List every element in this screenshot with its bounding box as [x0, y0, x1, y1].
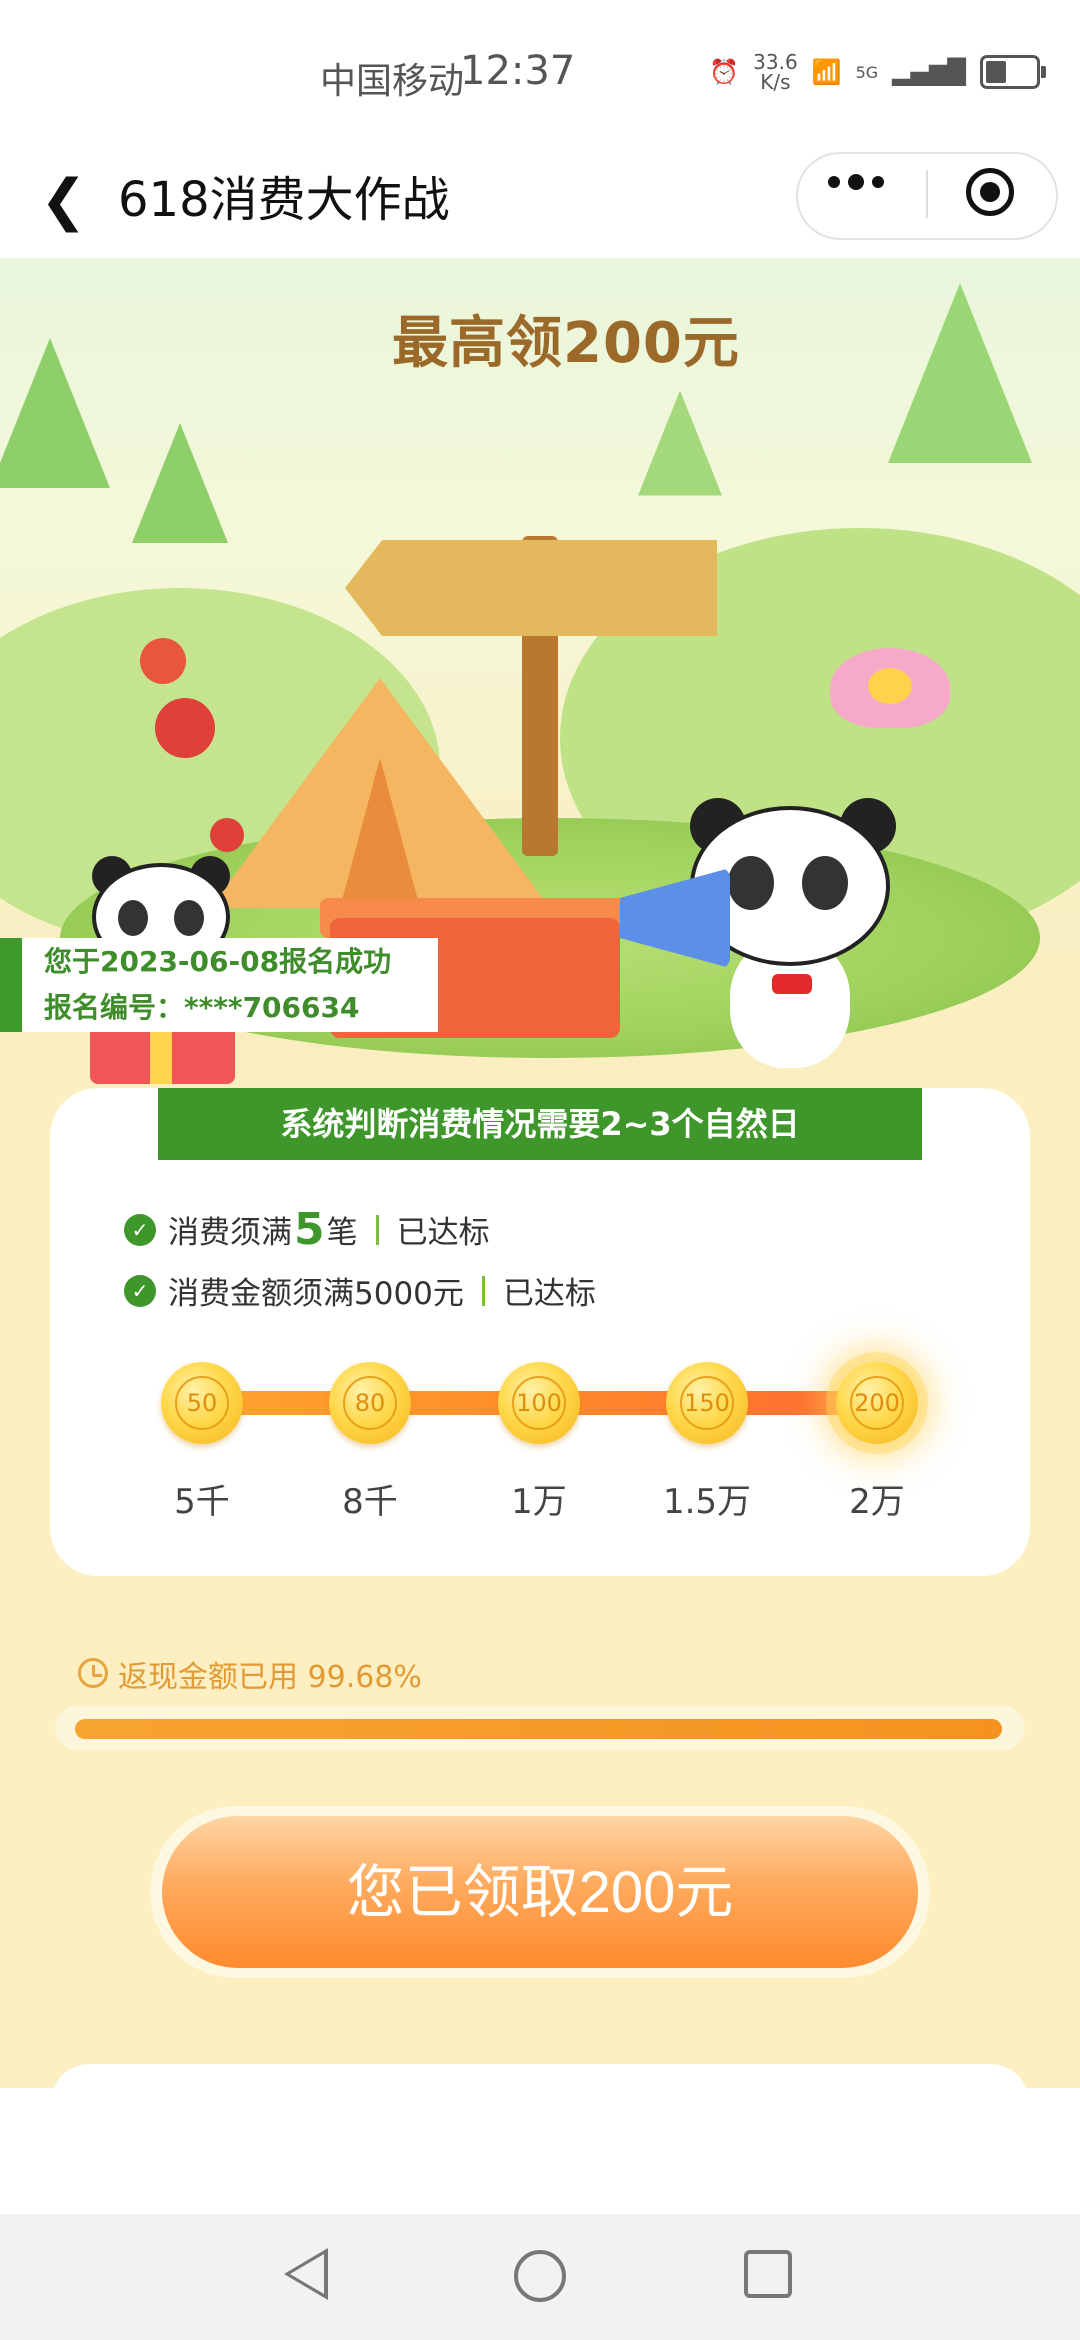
- tier-threshold: 5千: [174, 1482, 230, 1522]
- condition-suffix: 笔: [326, 1215, 358, 1251]
- tier-reward: 100: [512, 1376, 566, 1430]
- banner-sign-text: 最高领200元: [392, 311, 740, 376]
- condition-highlight: 5: [294, 1204, 325, 1255]
- tier-threshold: 2万: [849, 1482, 905, 1522]
- more-menu-icon[interactable]: [828, 174, 884, 190]
- capsule-divider: [926, 170, 928, 218]
- tier-threshold: 1.5万: [662, 1482, 752, 1522]
- system-home-icon[interactable]: [514, 2250, 566, 2302]
- next-card: [50, 2064, 1030, 2144]
- page-title: 618消费大作战: [118, 172, 450, 228]
- back-icon[interactable]: ❮: [40, 168, 87, 233]
- wifi-icon: 📶: [811, 58, 842, 86]
- check-icon: ✓: [124, 1213, 156, 1246]
- close-miniprogram-icon[interactable]: [966, 168, 1014, 216]
- tier-reward: 80: [343, 1376, 397, 1430]
- tier-coin-achieved: 200: [836, 1362, 918, 1444]
- claimed-button[interactable]: 您已领取200元: [162, 1816, 918, 1968]
- battery-icon: [980, 55, 1046, 89]
- registration-number: 报名编号：****706634: [44, 991, 360, 1024]
- condition-prefix: 消费须满: [168, 1215, 292, 1251]
- net-speed: 33.6 K/s: [753, 52, 798, 92]
- tier-coin: 100: [498, 1362, 580, 1444]
- tier-reward: 50: [175, 1376, 229, 1430]
- registration-date: 您于2023-06-08报名成功: [44, 945, 392, 978]
- condition-separator: [481, 1275, 485, 1306]
- condition-row: ✓ 消费金额须满5000元 已达标: [124, 1268, 596, 1313]
- system-back-icon-inner: [290, 2254, 324, 2294]
- alarm-icon: ⏰: [709, 58, 740, 86]
- net-speed-unit: K/s: [760, 70, 791, 94]
- condition-status: 已达标: [502, 1276, 596, 1312]
- condition-prefix: 消费金额须满5000元: [168, 1276, 464, 1312]
- tier-reward: 150: [680, 1376, 734, 1430]
- network-type: 5G: [855, 62, 879, 82]
- status-time: 12:37: [460, 48, 576, 94]
- system-recents-icon[interactable]: [744, 2250, 792, 2298]
- condition-status: 已达标: [396, 1215, 490, 1251]
- tier-threshold: 8千: [342, 1482, 398, 1522]
- net-speed-value: 33.6: [753, 50, 798, 74]
- tier-threshold: 1万: [511, 1482, 567, 1522]
- cashback-progress-fill: [75, 1719, 1002, 1739]
- cashback-used-label: 返现金额已用 99.68%: [118, 1660, 422, 1695]
- check-icon: ✓: [124, 1274, 156, 1307]
- condition-row: ✓ 消费须满 5 笔 已达标: [124, 1204, 490, 1255]
- tier-coin: 150: [666, 1362, 748, 1444]
- tier-reward: 200: [850, 1376, 904, 1430]
- tier-coin: 50: [161, 1362, 243, 1444]
- condition-separator: [375, 1214, 379, 1245]
- card-title: 系统判断消费情况需要2~3个自然日: [158, 1088, 922, 1160]
- signal-icon: ▂▄▆█: [892, 58, 966, 86]
- clock-icon: [78, 1658, 108, 1688]
- tier-coin: 80: [329, 1362, 411, 1444]
- status-icons: ⏰ 33.6 K/s 📶 5G ▂▄▆█: [709, 52, 1046, 92]
- carrier-label: 中国移动: [320, 61, 465, 102]
- banner-sign: [345, 540, 717, 636]
- registration-accent: [0, 938, 22, 1032]
